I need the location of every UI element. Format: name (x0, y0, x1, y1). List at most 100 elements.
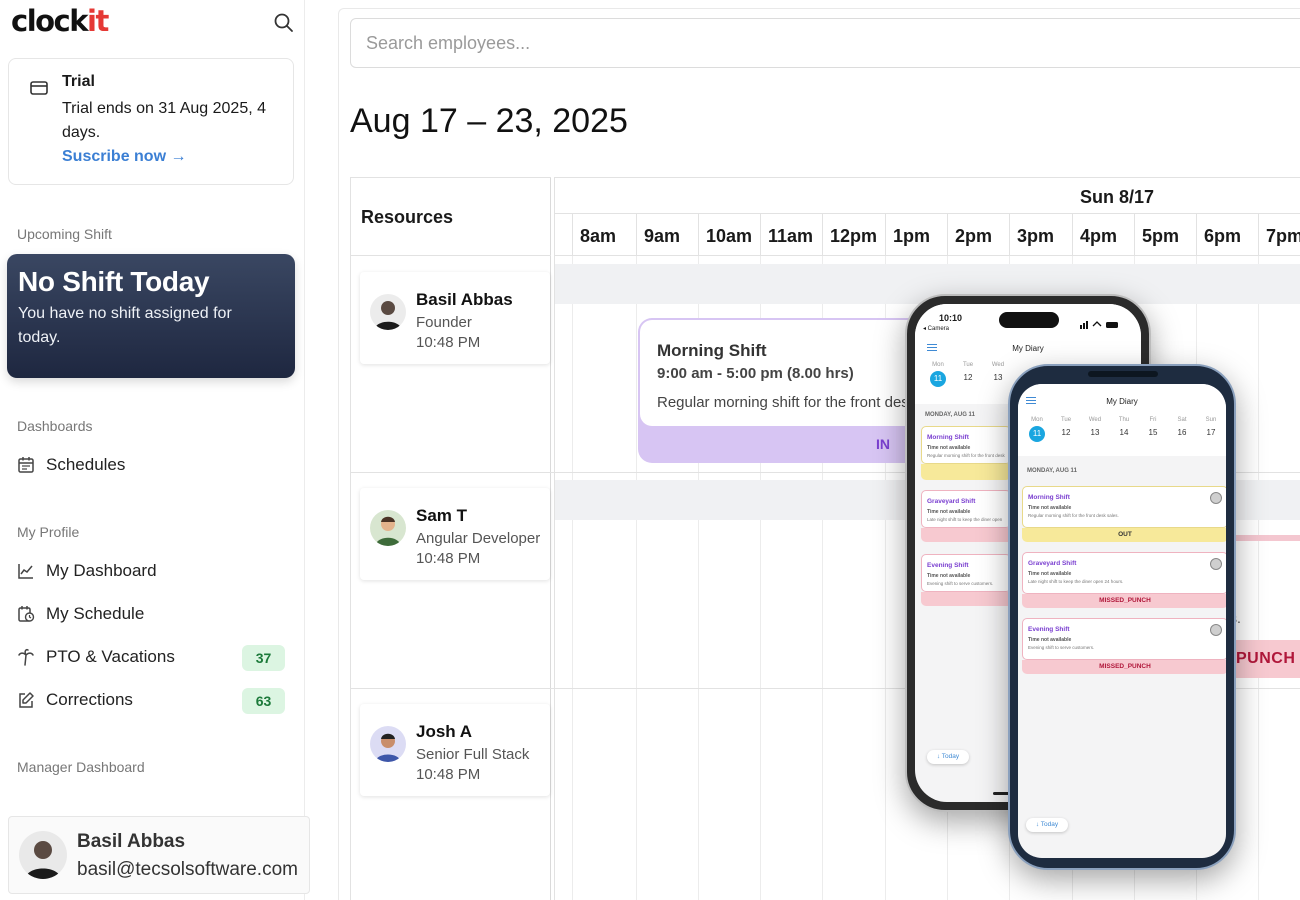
nav-item-my-dashboard[interactable]: My Dashboard (17, 556, 292, 586)
hours-header: 8am 9am 10am 11am 12pm 1pm 2pm 3pm 4pm 5… (555, 214, 1300, 256)
hour-label: 1pm (885, 214, 947, 256)
page-title: Aug 17 – 23, 2025 (350, 102, 628, 140)
phone-shift-card[interactable]: Graveyard Shift Time not available Late ni… (1022, 552, 1226, 594)
palm-tree-icon (17, 648, 37, 668)
hour-label: 5pm (1134, 214, 1196, 256)
resources-header: Resources (350, 177, 551, 256)
resource-time: 10:48 PM (416, 334, 481, 351)
shift-footer: M (921, 592, 1021, 606)
today-button[interactable]: ↓ Today (1026, 818, 1068, 832)
phone-mockup-front: My Diary Mon 11 Tue 12 Wed 13 Thu 14 Fri 15 S… (1008, 364, 1236, 870)
shift-footer: M (921, 528, 1021, 542)
avatar (1210, 492, 1222, 504)
date-label: MONDAY, AUG 11 (1027, 468, 1077, 474)
speaker-notch (1088, 371, 1158, 377)
shift-hours: 9:00 am - 5:00 pm (8.00 hrs) (657, 365, 854, 382)
status-icons (1080, 316, 1120, 329)
today-button[interactable]: ↓ Today (927, 750, 969, 764)
week-strip: Mon 11 Tue 12 Wed 13 Thu 14 Fri 15 Sat 16 Sun 1… (1018, 417, 1226, 457)
day-cell[interactable]: Fri 15 (1142, 417, 1164, 437)
resource-card[interactable]: Josh A Senior Full Stack 10:48 PM (360, 704, 550, 796)
day-cell[interactable]: Tue 12 (1055, 417, 1077, 437)
resource-card[interactable]: Basil Abbas Founder 10:48 PM (360, 272, 550, 364)
resource-time: 10:48 PM (416, 550, 481, 567)
edit-icon (17, 691, 37, 711)
day-cell[interactable]: Sun 17 (1200, 417, 1222, 437)
hour-label: 7pm (1258, 214, 1300, 256)
credit-card-icon (30, 81, 48, 100)
avatar (1210, 558, 1222, 570)
nav-item-corrections[interactable]: Corrections 63 (17, 685, 292, 715)
phone-title: My Diary (1106, 397, 1138, 406)
day-cell[interactable]: Sat 16 (1171, 417, 1193, 437)
day-cell[interactable]: Mon 11 (927, 362, 949, 387)
phone-shift-card[interactable]: Morning Shift Time not available Regular m… (921, 426, 1011, 464)
search-input[interactable] (350, 18, 1300, 68)
dynamic-island (999, 312, 1059, 328)
phone-shift-card[interactable]: Evening Shift Time not available Evening s… (921, 554, 1011, 592)
day-cell[interactable]: Mon 11 (1026, 417, 1048, 442)
upcoming-shift-card: No Shift Today You have no shift assigne… (7, 254, 295, 378)
corrections-count-badge: 63 (242, 688, 285, 714)
upcoming-shift-title: No Shift Today (18, 266, 210, 297)
grid-line (572, 256, 573, 900)
nav-label: PTO & Vacations (46, 647, 175, 666)
phone-title: My Diary (1012, 344, 1044, 353)
shift-footer: OUT (1022, 528, 1226, 542)
shift-footer: MISSED_PUNCH (1022, 594, 1226, 608)
hour-label: 2pm (947, 214, 1009, 256)
calendar-icon (17, 456, 37, 476)
avatar (370, 726, 406, 762)
user-email: basil@tecsolsoftware.com (77, 859, 298, 880)
grid-line (1258, 256, 1259, 900)
status-time: 10:10 (939, 313, 963, 323)
avatar (1210, 624, 1222, 636)
trial-title: Trial (62, 73, 95, 90)
avatar (370, 510, 406, 546)
trial-card: Trial Trial ends on 31 Aug 2025, 4 days.… (8, 58, 294, 185)
clockit-logo[interactable]: clockit (11, 4, 109, 38)
date-label: MONDAY, AUG 11 (925, 412, 975, 418)
back-to-camera[interactable]: ◂ Camera (923, 325, 949, 332)
dashboards-label: Dashboards (17, 418, 93, 434)
resource-name: Basil Abbas (416, 290, 513, 309)
resource-name: Sam T (416, 506, 468, 525)
user-name: Basil Abbas (77, 831, 186, 852)
hour-label: 12pm (822, 214, 885, 256)
search-icon[interactable] (273, 12, 295, 34)
day-cell[interactable]: Thu 14 (1113, 417, 1135, 437)
shift-footer (921, 464, 1011, 480)
resource-role: Senior Full Stack (416, 746, 530, 763)
hour-label: 11am (760, 214, 822, 256)
morning-shift-block[interactable]: Morning Shift 9:00 am - 5:00 pm (8.00 hr… (638, 318, 928, 463)
upcoming-shift-label: Upcoming Shift (17, 226, 112, 242)
subscribe-link[interactable]: Suscribe now → (62, 148, 186, 166)
resource-role: Angular Developer (416, 530, 541, 547)
hour-label: 6pm (1196, 214, 1258, 256)
nav-item-pto-vacations[interactable]: PTO & Vacations 37 (17, 642, 292, 672)
resource-role: Founder (416, 314, 472, 331)
hour-label: 8am (572, 214, 636, 256)
resource-card[interactable]: Sam T Angular Developer 10:48 PM (360, 488, 550, 580)
shift-status: IN (876, 436, 890, 452)
resource-name: Josh A (416, 722, 473, 741)
nav-label: My Dashboard (46, 561, 157, 580)
nav-item-my-schedule[interactable]: My Schedule (17, 599, 292, 629)
nav-label: Schedules (46, 455, 126, 474)
hour-label: 3pm (1009, 214, 1072, 256)
hour-label: 9am (636, 214, 698, 256)
shift-details: Morning Shift 9:00 am - 5:00 pm (8.00 hr… (640, 320, 926, 426)
day-cell[interactable]: Wed 13 (1084, 417, 1106, 437)
my-profile-label: My Profile (17, 524, 80, 540)
manager-dashboard-label: Manager Dashboard (17, 759, 145, 775)
user-profile-card[interactable]: Basil Abbas basil@tecsolsoftware.com (8, 816, 310, 894)
nav-item-schedules[interactable]: Schedules (17, 450, 292, 480)
phone-shift-card[interactable]: Evening Shift Time not available Evening s… (1022, 618, 1226, 660)
shift-footer: MISSED_PUNCH (1022, 660, 1226, 674)
day-cell[interactable]: Tue 12 (957, 362, 979, 382)
phone-shift-card[interactable]: Morning Shift Time not available Regular m… (1022, 486, 1226, 528)
phone-shift-card[interactable]: Graveyard Shift Time not available Late ni… (921, 490, 1011, 528)
day-cell[interactable]: Wed 13 (987, 362, 1009, 382)
calendar-clock-icon (17, 605, 37, 625)
trial-text: Trial ends on 31 Aug 2025, 4 days. (62, 100, 266, 141)
